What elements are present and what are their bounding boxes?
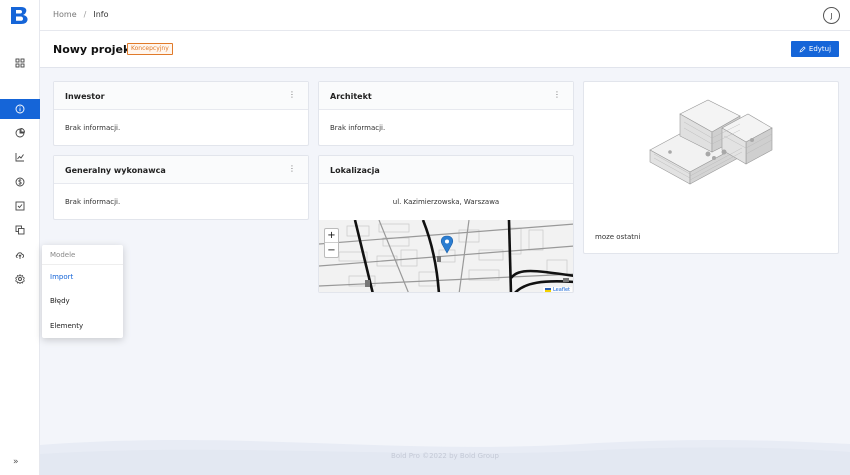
expand-sidebar-icon[interactable]: »: [13, 457, 19, 467]
breadcrumb-home[interactable]: Home: [53, 10, 77, 19]
location-card: Lokalizacja ul. Kazimierzowska, Warszawa: [318, 155, 574, 293]
status-badge: Koncepcyjny: [127, 43, 173, 55]
contractor-card-body: Brak informacji.: [65, 198, 121, 206]
currency-icon[interactable]: [0, 172, 40, 192]
sidebar: »: [0, 0, 40, 475]
more-options-icon[interactable]: ⋮: [288, 91, 296, 99]
investor-card: Inwestor ⋮ Brak informacji.: [53, 81, 309, 146]
page-header: Nowy projekt Koncepcyjny Edytuj: [40, 31, 850, 68]
building-model-image[interactable]: [640, 92, 780, 207]
cloud-upload-icon[interactable]: [0, 245, 40, 265]
flag-icon: [545, 287, 552, 292]
settings-icon[interactable]: [0, 269, 40, 289]
model-card: moze ostatni: [583, 81, 839, 254]
dashboard-icon[interactable]: [0, 53, 40, 73]
models-menu-header: Modele: [50, 251, 76, 259]
location-address: ul. Kazimierzowska, Warszawa: [392, 198, 500, 206]
architect-card: Architekt ⋮ Brak informacji.: [318, 81, 574, 146]
breadcrumb-current: Info: [93, 10, 109, 19]
contractor-card: Generalny wykonawca ⋮ Brak informacji.: [53, 155, 309, 220]
topbar: Home / Info J: [40, 0, 850, 31]
page-title: Nowy projekt: [53, 43, 136, 56]
pencil-icon: [799, 45, 806, 52]
investor-card-body: Brak informacji.: [65, 124, 121, 132]
info-icon[interactable]: [0, 99, 40, 119]
location-card-title: Lokalizacja: [330, 166, 380, 175]
copy-icon[interactable]: [0, 220, 40, 240]
investor-card-title: Inwestor: [65, 92, 105, 101]
menu-item-elements[interactable]: Elementy: [50, 322, 83, 330]
breadcrumb: Home / Info: [53, 10, 108, 19]
edit-button[interactable]: Edytuj: [791, 41, 839, 57]
footer-copyright: Bold Pro ©2022 by Bold Group: [391, 452, 499, 460]
avatar[interactable]: J: [823, 7, 840, 24]
app-logo[interactable]: [10, 7, 30, 24]
line-chart-icon[interactable]: [0, 147, 40, 167]
location-map[interactable]: + − Leaflet: [319, 220, 573, 292]
breadcrumb-separator: /: [83, 10, 87, 19]
menu-item-errors[interactable]: Błędy: [50, 297, 70, 305]
leaflet-link[interactable]: Leaflet: [553, 287, 570, 292]
more-options-icon[interactable]: ⋮: [553, 91, 561, 99]
checklist-icon[interactable]: [0, 196, 40, 216]
more-options-icon[interactable]: ⋮: [288, 165, 296, 173]
pie-chart-icon[interactable]: [0, 123, 40, 143]
map-zoom-control: + −: [324, 228, 339, 258]
menu-divider: [42, 264, 123, 265]
zoom-in-button[interactable]: +: [325, 229, 338, 243]
zoom-out-button[interactable]: −: [325, 243, 338, 257]
architect-card-body: Brak informacji.: [330, 124, 386, 132]
architect-card-title: Architekt: [330, 92, 372, 101]
models-menu: Modele Import Błędy Elementy: [42, 245, 123, 338]
map-attribution[interactable]: Leaflet: [543, 287, 572, 292]
edit-button-label: Edytuj: [808, 45, 832, 53]
contractor-card-title: Generalny wykonawca: [65, 166, 166, 175]
model-caption: moze ostatni: [595, 233, 641, 241]
menu-item-import[interactable]: Import: [50, 273, 73, 281]
